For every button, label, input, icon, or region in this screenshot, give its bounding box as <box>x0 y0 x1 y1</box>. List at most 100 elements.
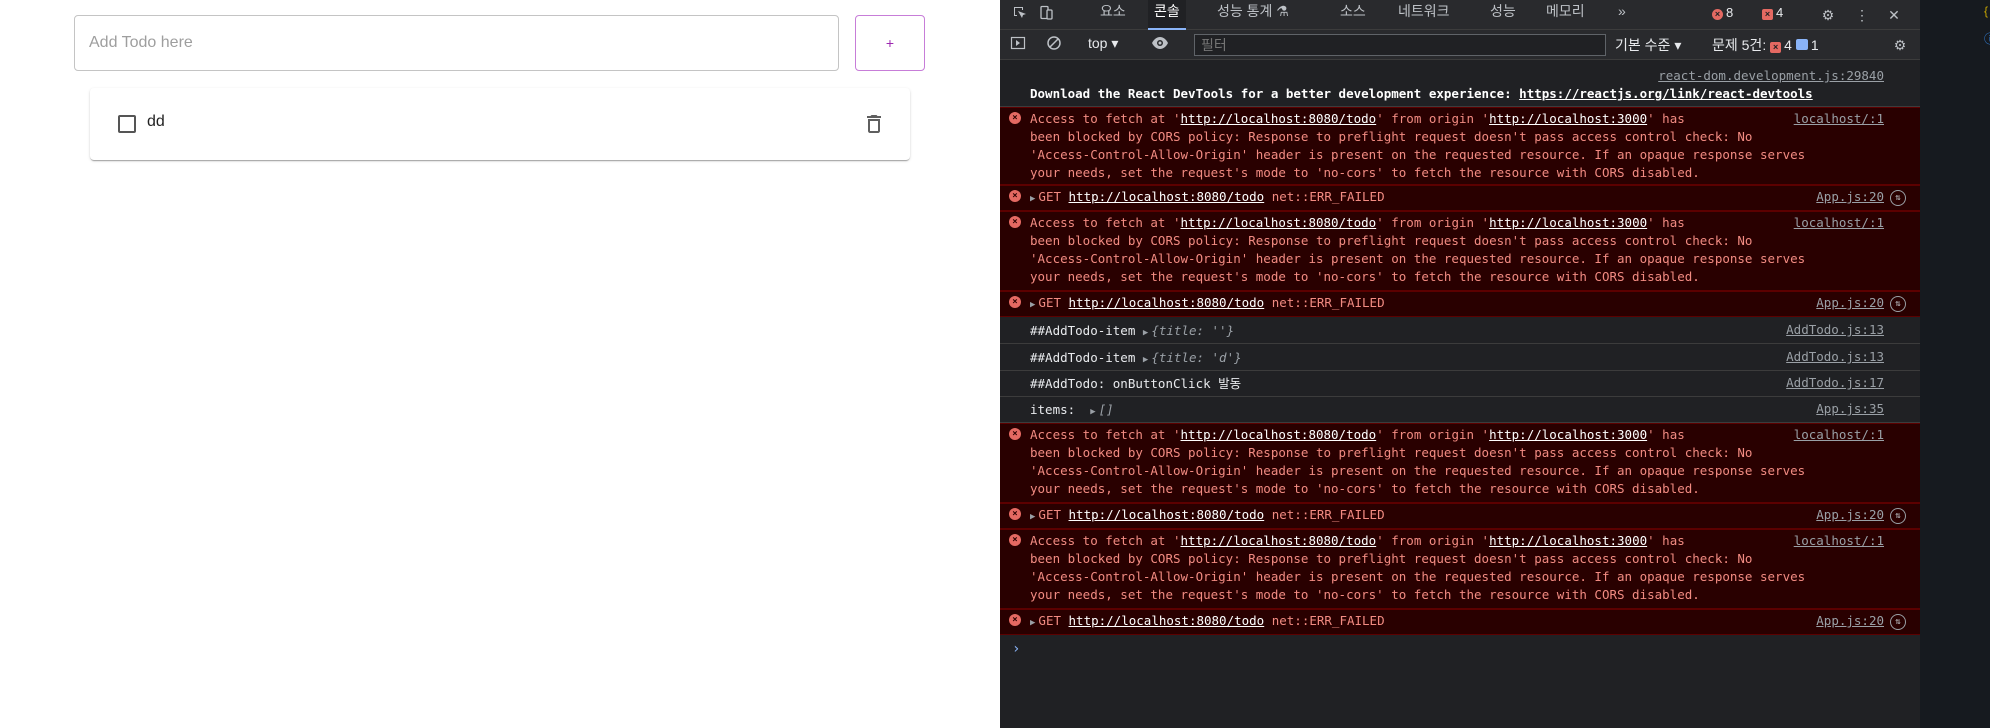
url-link[interactable]: http://localhost:8080/todo <box>1069 189 1265 204</box>
url-link[interactable]: http://localhost:8080/todo <box>1069 507 1265 522</box>
network-icon[interactable]: ⇅ <box>1890 296 1906 312</box>
source-link[interactable]: App.js:20 <box>1816 612 1884 630</box>
kebab-menu-icon[interactable]: ⋮ <box>1852 5 1872 25</box>
url-link[interactable]: http://localhost:8080/todo <box>1069 295 1265 310</box>
error-icon: × <box>1009 190 1021 202</box>
todo-title: dd <box>147 113 165 130</box>
console-error: × Access to fetch at 'http://localhost:8… <box>1000 107 1920 185</box>
issues-error-count: 4 <box>1784 37 1792 53</box>
device-toggle-icon[interactable] <box>1036 5 1056 25</box>
tab-network[interactable]: 네트워크 <box>1392 0 1456 30</box>
console-error: × ▶ GET http://localhost:8080/todo net::E… <box>1000 503 1920 529</box>
chevron-down-icon: ▾ <box>1111 35 1119 51</box>
close-icon[interactable]: ✕ <box>1884 5 1904 25</box>
add-todo-button[interactable]: + <box>855 15 925 71</box>
source-link[interactable]: localhost/:1 <box>1794 110 1884 128</box>
source-link[interactable]: AddTodo.js:13 <box>1786 348 1884 366</box>
todo-item: dd <box>90 88 910 160</box>
error-icon: × <box>1009 614 1021 626</box>
console-log: ##AddTodo: onButtonClick 발동 AddTodo.js:1… <box>1000 371 1920 397</box>
console-error: × ▶ GET http://localhost:8080/todo net::E… <box>1000 609 1920 635</box>
expand-triangle-icon[interactable]: ▶ <box>1030 194 1035 204</box>
console-settings-gear-icon[interactable]: ⚙ <box>1890 35 1910 55</box>
inspect-icon[interactable] <box>1010 5 1030 25</box>
source-link[interactable]: App.js:20 <box>1816 294 1884 312</box>
editor-side-strip: { ⓘ <box>1920 0 1990 728</box>
source-link[interactable]: react-dom.development.js:29840 <box>1658 67 1884 85</box>
add-todo-input[interactable] <box>74 15 839 71</box>
gear-icon[interactable]: ⚙ <box>1818 5 1838 25</box>
console-log: items: ▶[] App.js:35 <box>1000 397 1920 423</box>
tab-elements[interactable]: 요소 <box>1094 0 1132 30</box>
log-level-label: 기본 수준 <box>1615 37 1671 53</box>
console-message: react-dom.development.js:29840 Download … <box>1000 65 1920 107</box>
error-count-badge[interactable]: × 8 <box>1712 2 1733 24</box>
log-level-select[interactable]: 기본 수준 ▾ <box>1615 35 1681 55</box>
context-select[interactable]: top ▾ <box>1088 35 1118 52</box>
tab-lighthouse[interactable]: 성능 통계 ⚗ <box>1211 0 1295 30</box>
console-prompt[interactable]: › <box>1012 641 1020 657</box>
source-link[interactable]: App.js:35 <box>1816 400 1884 418</box>
filter-input[interactable] <box>1194 34 1606 56</box>
tab-performance[interactable]: 성능 <box>1484 0 1522 30</box>
expand-triangle-icon[interactable]: ▶ <box>1143 328 1148 338</box>
todo-checkbox[interactable] <box>118 115 136 133</box>
more-tabs-icon[interactable]: » <box>1612 0 1632 30</box>
sidebar-toggle-icon[interactable] <box>1008 35 1028 55</box>
tab-console[interactable]: 콘솔 <box>1148 0 1186 30</box>
origin-link[interactable]: http://localhost:3000 <box>1489 215 1647 230</box>
tab-memory[interactable]: 메모리 <box>1540 0 1591 30</box>
expand-triangle-icon[interactable]: ▶ <box>1143 355 1148 365</box>
url-link[interactable]: http://localhost:8080/todo <box>1181 111 1377 126</box>
issue-count: 4 <box>1776 5 1784 20</box>
todo-app: + dd <box>0 0 1000 728</box>
expand-triangle-icon[interactable]: ▶ <box>1030 512 1035 522</box>
expand-triangle-icon[interactable]: ▶ <box>1090 407 1095 417</box>
devtools-tabbar: 요소 콘솔 성능 통계 ⚗ 소스 네트워크 성능 메모리 » × 8 × 4 ⚙ ⋮… <box>1000 0 1920 30</box>
url-link[interactable]: http://localhost:8080/todo <box>1181 533 1377 548</box>
expand-triangle-icon[interactable]: ▶ <box>1030 618 1035 628</box>
url-link[interactable]: http://localhost:8080/todo <box>1181 215 1377 230</box>
flask-icon: ⚗ <box>1272 3 1289 19</box>
console-output: react-dom.development.js:29840 Download … <box>1000 61 1920 728</box>
bracket-icon: { <box>1984 4 1989 18</box>
origin-link[interactable]: http://localhost:3000 <box>1489 111 1647 126</box>
error-icon: × <box>1009 534 1021 546</box>
console-log: ##AddTodo-item ▶ {title: 'd'} AddTodo.js:… <box>1000 344 1920 371</box>
trash-icon[interactable] <box>862 112 886 136</box>
network-icon[interactable]: ⇅ <box>1890 190 1906 206</box>
network-icon[interactable]: ⇅ <box>1890 614 1906 630</box>
issue-count-badge[interactable]: × 4 <box>1762 2 1783 24</box>
url-link[interactable]: http://localhost:8080/todo <box>1069 613 1265 628</box>
context-label: top <box>1088 35 1108 51</box>
chevron-down-icon: ▾ <box>1674 37 1682 53</box>
message-text: Download the React DevTools for a better… <box>1030 86 1520 101</box>
devtools-panel: 요소 콘솔 성능 통계 ⚗ 소스 네트워크 성능 메모리 » × 8 × 4 ⚙ ⋮… <box>1000 0 1920 728</box>
expand-triangle-icon[interactable]: ▶ <box>1030 300 1035 310</box>
console-toolbar: top ▾ 기본 수준 ▾ 문제 5건: ×4 1 ⚙ <box>1000 30 1920 60</box>
tab-sources[interactable]: 소스 <box>1334 0 1372 30</box>
issue-icon: × <box>1762 9 1773 20</box>
url-link[interactable]: http://localhost:8080/todo <box>1181 427 1377 442</box>
issues-info-count: 1 <box>1810 37 1819 53</box>
source-link[interactable]: localhost/:1 <box>1794 532 1884 550</box>
error-count: 8 <box>1726 5 1734 20</box>
source-link[interactable]: AddTodo.js:17 <box>1786 374 1884 392</box>
network-icon[interactable]: ⇅ <box>1890 508 1906 524</box>
source-link[interactable]: App.js:20 <box>1816 506 1884 524</box>
clear-console-icon[interactable] <box>1044 35 1064 55</box>
source-link[interactable]: localhost/:1 <box>1794 426 1884 444</box>
source-link[interactable]: localhost/:1 <box>1794 214 1884 232</box>
origin-link[interactable]: http://localhost:3000 <box>1489 427 1647 442</box>
origin-link[interactable]: http://localhost:3000 <box>1489 533 1647 548</box>
error-icon: × <box>1009 112 1021 124</box>
tab-lighthouse-label: 성능 통계 <box>1217 3 1273 19</box>
eye-icon[interactable] <box>1150 35 1170 55</box>
devtools-link[interactable]: https://reactjs.org/link/react-devtools <box>1519 86 1813 101</box>
issue-error-icon: × <box>1770 42 1782 53</box>
issues-button[interactable]: 문제 5건: × 4 1 <box>1712 35 1819 55</box>
source-link[interactable]: App.js:20 <box>1816 188 1884 206</box>
error-icon: × <box>1712 9 1723 20</box>
source-link[interactable]: AddTodo.js:13 <box>1786 321 1884 339</box>
console-error: × ▶ GET http://localhost:8080/todo net::E… <box>1000 291 1920 317</box>
